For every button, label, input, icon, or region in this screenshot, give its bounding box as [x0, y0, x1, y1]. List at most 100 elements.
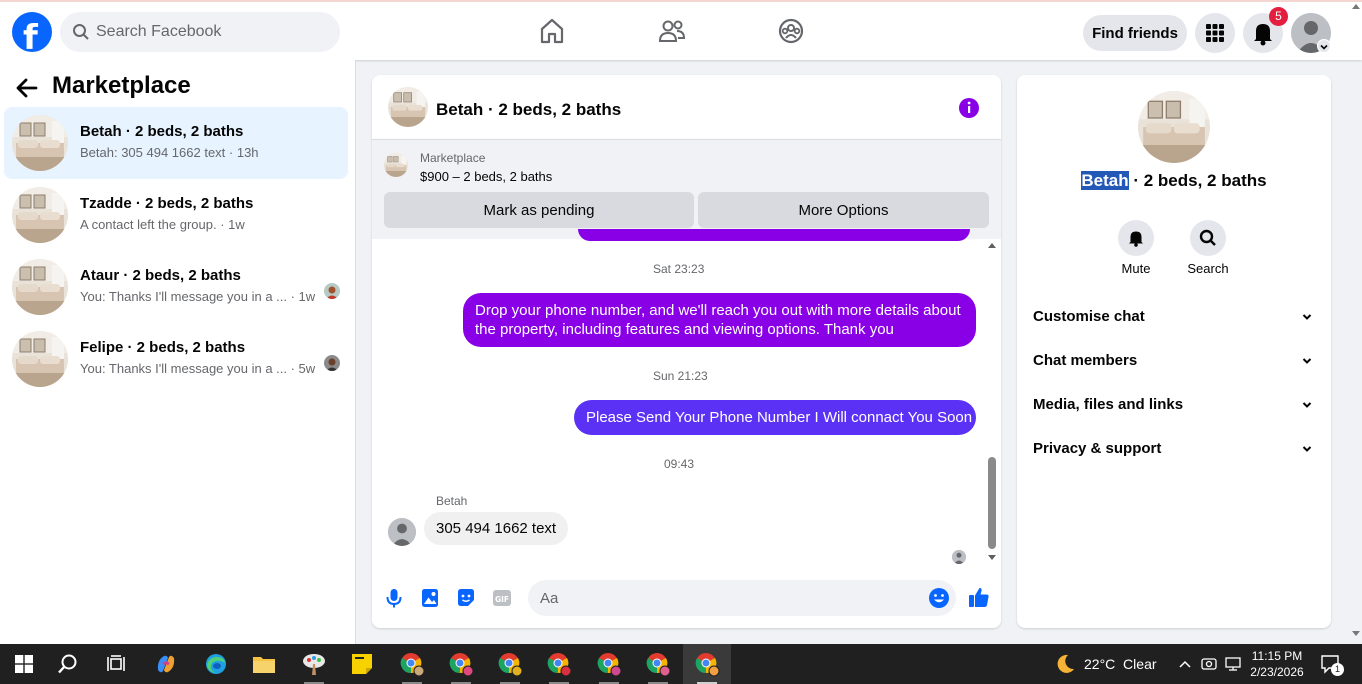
chrome-window[interactable] — [486, 644, 534, 684]
chevron-down-icon — [1320, 44, 1328, 50]
camera-tray-icon[interactable] — [1201, 656, 1217, 672]
selected-name-text: Betah — [1081, 171, 1129, 190]
message-input[interactable] — [540, 580, 920, 616]
listing-banner: Marketplace $900 – 2 beds, 2 baths Mark … — [372, 139, 1001, 239]
edge-browser-icon — [206, 654, 226, 674]
conversation-title: Ataur · 2 beds, 2 baths — [80, 267, 241, 284]
incoming-message[interactable]: 305 494 1662 text — [424, 512, 569, 545]
notification-center-button[interactable]: 1 — [1320, 654, 1344, 676]
chrome-window[interactable] — [388, 644, 436, 684]
seen-avatar — [952, 550, 966, 564]
message-scrollbar[interactable] — [986, 239, 998, 569]
groups-icon[interactable] — [776, 16, 806, 46]
outgoing-message[interactable]: Drop your phone number, and we'll reach … — [463, 293, 976, 347]
facebook-logo[interactable]: f — [12, 12, 52, 58]
seen-avatar — [324, 283, 340, 299]
chevron-up-icon[interactable] — [1178, 659, 1192, 669]
menu-button[interactable] — [1195, 13, 1235, 53]
chat-title[interactable]: Betah · 2 beds, 2 baths — [436, 100, 621, 120]
media-files-links-section[interactable]: Media, files and links — [1017, 385, 1331, 425]
outgoing-message[interactable]: Please Send Your Phone Number I Will con… — [574, 400, 976, 435]
chat-members-section[interactable]: Chat members — [1017, 341, 1331, 381]
weather-text[interactable]: 22°C Clear — [1084, 656, 1157, 672]
sticky-note-icon — [352, 654, 372, 674]
conversation-item[interactable]: Ataur · 2 beds, 2 baths You: Thanks I'll… — [4, 251, 348, 323]
chrome-window-active[interactable] — [683, 644, 731, 684]
mark-as-pending-button[interactable]: Mark as pending — [384, 192, 694, 228]
task-view-button[interactable] — [92, 644, 140, 684]
file-explorer-app[interactable] — [240, 644, 288, 684]
conversation-item[interactable]: Tzadde · 2 beds, 2 baths A contact left … — [4, 179, 348, 251]
info-icon[interactable] — [958, 97, 980, 119]
privacy-support-section[interactable]: Privacy & support — [1017, 429, 1331, 469]
chat-details-panel: Betah · 2 beds, 2 baths Mute Search Cust… — [1017, 75, 1331, 628]
listing-name-text: · 2 beds, 2 baths — [1128, 171, 1267, 190]
chrome-window[interactable] — [535, 644, 583, 684]
photo-icon[interactable] — [419, 587, 441, 609]
friends-icon[interactable] — [657, 16, 687, 46]
chrome-window[interactable] — [585, 644, 633, 684]
account-menu-chevron[interactable] — [1317, 39, 1331, 53]
conversation-title: Felipe · 2 beds, 2 baths — [80, 339, 246, 356]
sticker-icon[interactable] — [455, 587, 477, 609]
message-timestamp: Sat 23:23 — [653, 262, 705, 276]
emoji-icon[interactable] — [928, 587, 950, 609]
search-input[interactable] — [96, 12, 326, 52]
customise-chat-section[interactable]: Customise chat — [1017, 297, 1331, 337]
thumbs-up-icon[interactable] — [967, 585, 991, 609]
bell-icon — [1129, 231, 1143, 247]
page-scroll-down-arrow[interactable] — [1351, 630, 1361, 638]
home-icon[interactable] — [537, 16, 567, 46]
chevron-down-icon — [1302, 446, 1312, 452]
scroll-down-arrow[interactable] — [986, 552, 998, 562]
taskbar-search-button[interactable] — [44, 644, 92, 684]
chevron-down-icon — [1302, 314, 1312, 320]
listing-source-label: Marketplace — [420, 151, 486, 165]
facebook-logo-letter: f — [23, 18, 38, 58]
grid-menu-icon — [1206, 24, 1224, 42]
mute-label: Mute — [1121, 261, 1151, 276]
paint-palette-icon — [303, 654, 325, 675]
chevron-down-icon — [1302, 402, 1312, 408]
system-clock[interactable]: 11:15 PM 2/23/2026 — [1237, 648, 1317, 680]
message-composer: GIF — [372, 569, 1001, 628]
listing-thumbnail[interactable] — [1138, 91, 1210, 163]
gif-icon[interactable]: GIF — [491, 587, 513, 609]
chat-listing-thumbnail[interactable] — [388, 87, 428, 127]
mute-action[interactable]: Mute — [1106, 220, 1166, 276]
conversation-preview: You: Thanks I'll message you in a ... · … — [80, 361, 316, 376]
message-timestamp: Sun 21:23 — [653, 369, 708, 383]
scroll-up-arrow[interactable] — [986, 240, 998, 250]
start-button[interactable] — [0, 644, 48, 684]
find-friends-button[interactable]: Find friends — [1083, 15, 1187, 51]
listing-price: $900 – 2 beds, 2 baths — [420, 169, 553, 184]
conversation-item[interactable]: Felipe · 2 beds, 2 baths You: Thanks I'l… — [4, 323, 348, 395]
listing-thumbnail — [12, 115, 68, 171]
more-options-button[interactable]: More Options — [698, 192, 989, 228]
chrome-profile-icon — [547, 653, 572, 677]
section-label: Media, files and links — [1033, 396, 1184, 413]
edge-app[interactable] — [192, 644, 240, 684]
scrollbar-thumb[interactable] — [988, 457, 996, 549]
weather-moon-icon[interactable] — [1054, 653, 1076, 675]
folder-icon — [253, 657, 275, 673]
search-icon — [1199, 229, 1216, 246]
listing-thumbnail — [12, 331, 68, 387]
sender-avatar[interactable] — [388, 518, 416, 546]
page-title: Marketplace — [52, 72, 191, 99]
microphone-icon[interactable] — [383, 587, 405, 609]
paint-app[interactable] — [290, 644, 338, 684]
search-box[interactable] — [60, 12, 340, 52]
back-arrow-icon[interactable] — [14, 76, 40, 100]
page-scroll-up-arrow[interactable] — [1351, 2, 1361, 10]
chrome-window[interactable] — [437, 644, 485, 684]
search-icon — [58, 654, 77, 674]
conversation-item[interactable]: Betah · 2 beds, 2 baths Betah: 305 494 1… — [4, 107, 348, 179]
task-view-icon — [107, 655, 125, 671]
chrome-profile-icon — [646, 653, 671, 677]
search-conversation-action[interactable]: Search — [1178, 220, 1238, 276]
chrome-window[interactable] — [634, 644, 682, 684]
copilot-app[interactable] — [142, 644, 190, 684]
sticky-notes-app[interactable] — [338, 644, 386, 684]
message-input-box[interactable] — [528, 580, 956, 616]
